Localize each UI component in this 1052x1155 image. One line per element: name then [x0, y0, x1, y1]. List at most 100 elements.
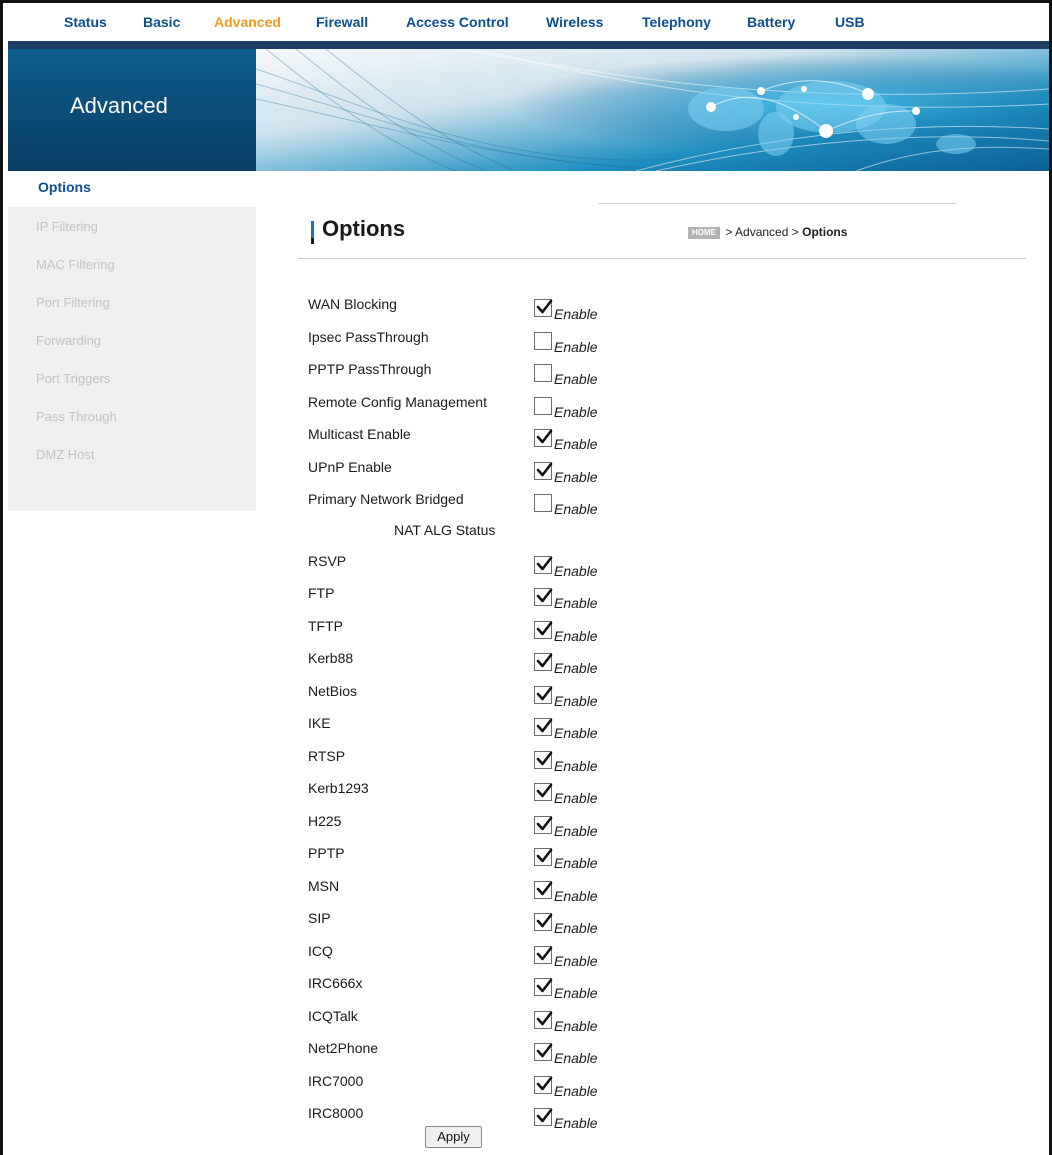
checked-checkbox[interactable] — [534, 750, 553, 769]
option-row-net2phone: Net2Phone Enable — [308, 1040, 728, 1066]
enable-label: Enable — [554, 887, 598, 904]
option-label: Kerb88 — [308, 650, 354, 667]
enable-label: Enable — [554, 725, 598, 742]
option-label: IRC666x — [308, 975, 363, 992]
checked-checkbox[interactable] — [534, 945, 553, 964]
checked-checkbox[interactable] — [534, 783, 553, 802]
option-label: UPnP Enable — [308, 458, 392, 475]
sidebar-item-mac-filtering[interactable]: MAC Filtering — [36, 257, 115, 272]
option-row-msn: MSN Enable — [308, 878, 728, 904]
option-label: H225 — [308, 812, 342, 829]
option-row-sip: SIP Enable — [308, 910, 728, 936]
checked-checkbox[interactable] — [534, 461, 553, 480]
sidebar-item-options[interactable]: Options — [38, 179, 91, 195]
option-label: ICQTalk — [308, 1007, 358, 1024]
breadcrumb-parent[interactable]: Advanced — [735, 225, 788, 239]
unchecked-checkbox[interactable] — [534, 364, 552, 382]
checkmark-icon — [536, 556, 553, 571]
header-divider — [298, 258, 1026, 259]
checked-checkbox[interactable] — [534, 1010, 553, 1029]
option-row-irc7000: IRC7000 Enable — [308, 1073, 728, 1099]
title-accent-tick — [311, 238, 314, 244]
checked-checkbox[interactable] — [534, 429, 553, 447]
enable-label: Enable — [554, 627, 598, 644]
checkmark-icon — [536, 1076, 553, 1091]
checked-checkbox[interactable] — [534, 978, 553, 997]
apply-button[interactable]: Apply — [425, 1125, 482, 1148]
option-label: MSN — [308, 877, 340, 894]
enable-label: Enable — [554, 1082, 598, 1099]
checkmark-icon — [536, 686, 553, 701]
checkmark-icon — [536, 588, 553, 603]
option-row-wan-blocking: WAN Blocking Enable — [308, 296, 728, 322]
option-row-primary-network-bridged: Primary Network Bridged Enable — [308, 491, 728, 517]
nav-firewall[interactable]: Firewall — [316, 14, 368, 30]
sidebar-item-ip-filtering[interactable]: IP Filtering — [36, 219, 98, 234]
checked-checkbox[interactable] — [534, 880, 553, 899]
option-row-multicast-enable: Multicast Enable Enable — [308, 426, 728, 452]
option-label: ICQ — [308, 942, 333, 959]
checkmark-icon — [536, 1108, 553, 1123]
option-label: Kerb1293 — [308, 780, 369, 797]
option-label: Ipsec PassThrough — [308, 328, 429, 345]
unchecked-checkbox[interactable] — [534, 494, 552, 512]
checked-checkbox[interactable] — [534, 815, 553, 834]
top-navigation: Status Basic Advanced Firewall Access Co… — [3, 3, 1049, 41]
checkmark-icon — [536, 429, 553, 444]
banner-title: Advanced — [70, 93, 168, 118]
option-row-ftp: FTP Enable — [308, 585, 728, 611]
checked-checkbox[interactable] — [534, 685, 553, 704]
sidebar-item-dmz-host[interactable]: DMZ Host — [36, 447, 95, 462]
unchecked-checkbox[interactable] — [534, 396, 552, 415]
breadcrumb-separator: > — [791, 225, 799, 239]
option-row-icqtalk: ICQTalk Enable — [308, 1008, 728, 1034]
checked-checkbox[interactable] — [534, 299, 553, 317]
banner-title-block: Advanced — [8, 49, 256, 171]
breadcrumb: HOME > Advanced > Options — [688, 225, 847, 239]
checkmark-icon — [536, 718, 553, 733]
option-row-icq: ICQ Enable — [308, 943, 728, 969]
enable-label: Enable — [554, 985, 598, 1002]
breadcrumb-current: Options — [802, 225, 848, 239]
checked-checkbox[interactable] — [534, 653, 553, 672]
checked-checkbox[interactable] — [534, 848, 553, 867]
option-row-rsvp: RSVP Enable — [308, 553, 728, 579]
sidebar-item-port-filtering[interactable]: Port Filtering — [36, 295, 110, 310]
nav-access-control[interactable]: Access Control — [406, 14, 509, 30]
checked-checkbox[interactable] — [534, 718, 553, 737]
nav-basic[interactable]: Basic — [143, 14, 180, 30]
option-label: FTP — [308, 585, 335, 602]
nav-status[interactable]: Status — [64, 14, 107, 30]
nav-wireless[interactable]: Wireless — [546, 14, 603, 30]
unchecked-checkbox[interactable] — [534, 331, 552, 350]
option-label: IKE — [308, 715, 331, 732]
option-row-irc8000: IRC8000 Enable — [308, 1105, 728, 1131]
checked-checkbox[interactable] — [534, 620, 553, 639]
sidebar-item-forwarding[interactable]: Forwarding — [36, 333, 101, 348]
checked-checkbox[interactable] — [534, 1108, 553, 1127]
sidebar-item-port-triggers[interactable]: Port Triggers — [36, 371, 110, 386]
option-label: IRC8000 — [308, 1105, 364, 1122]
option-row-pptp: PPTP Enable — [308, 845, 728, 871]
enable-label: Enable — [554, 436, 598, 452]
checked-checkbox[interactable] — [534, 1043, 553, 1062]
breadcrumb-home-icon[interactable]: HOME — [688, 227, 720, 239]
nav-advanced[interactable]: Advanced — [214, 14, 281, 30]
nav-battery[interactable]: Battery — [747, 14, 795, 30]
nav-telephony[interactable]: Telephony — [642, 14, 711, 30]
checked-checkbox[interactable] — [534, 1075, 553, 1094]
page-title: Options — [322, 216, 406, 241]
enable-label: Enable — [554, 855, 598, 872]
sidebar-item-pass-through[interactable]: Pass Through — [36, 409, 117, 424]
option-row-h225: H225 Enable — [308, 813, 728, 839]
page-banner: Advanced — [8, 49, 1049, 171]
checkmark-icon — [536, 1043, 553, 1058]
checked-checkbox[interactable] — [534, 913, 553, 932]
checked-checkbox[interactable] — [534, 555, 553, 574]
option-label: Multicast Enable — [308, 426, 411, 442]
nav-usb[interactable]: USB — [835, 14, 865, 30]
enable-label: Enable — [554, 1050, 598, 1067]
world-map-graphic — [256, 49, 1049, 171]
checked-checkbox[interactable] — [534, 588, 553, 607]
option-label: RSVP — [308, 552, 347, 569]
